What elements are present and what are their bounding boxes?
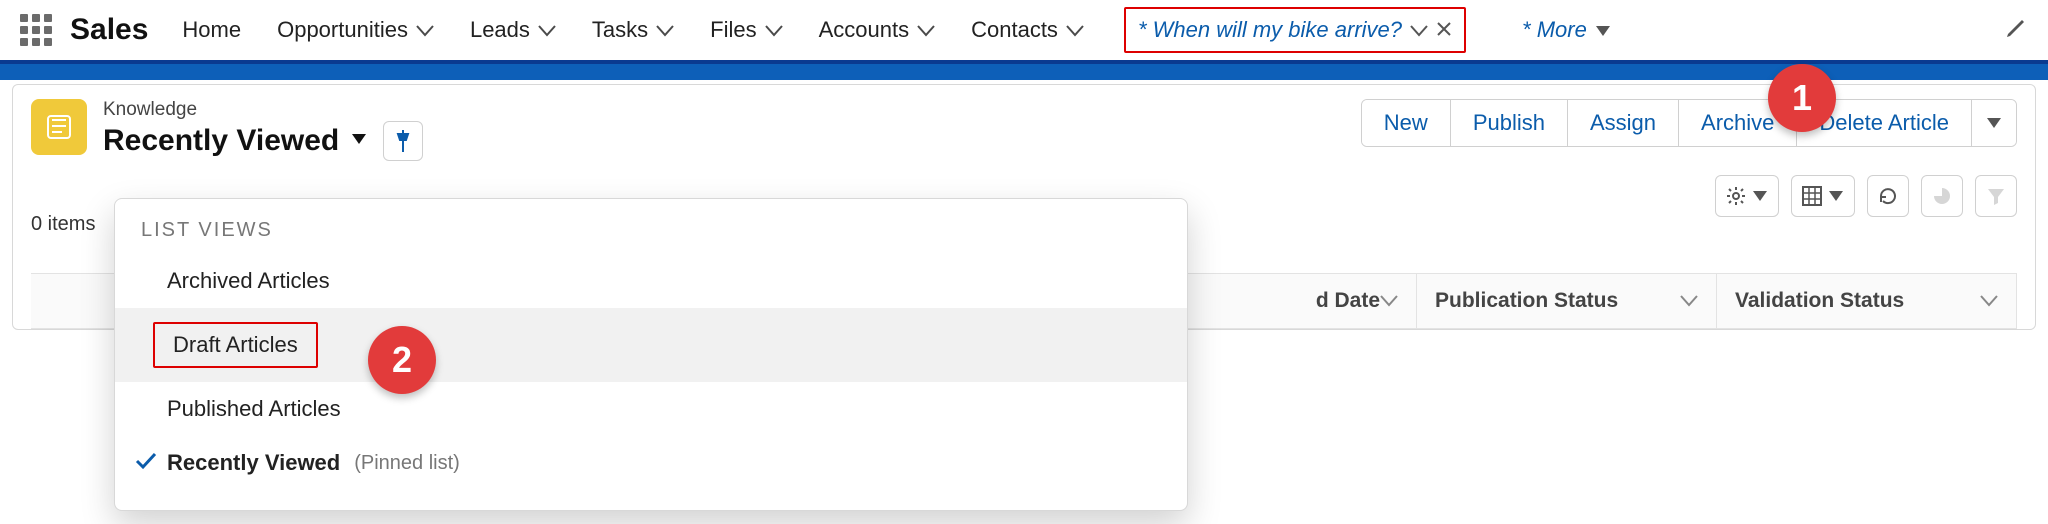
edit-nav-pencil-icon[interactable] bbox=[2004, 16, 2028, 45]
triangle-down-icon bbox=[1595, 17, 1611, 43]
chevron-down-icon[interactable] bbox=[1410, 17, 1428, 43]
filter-button-disabled bbox=[1975, 175, 2017, 217]
object-heading: Knowledge Recently Viewed bbox=[103, 99, 423, 161]
knowledge-object-icon bbox=[31, 99, 87, 155]
global-nav: Sales Home Opportunities Leads Tasks Fil… bbox=[0, 0, 2048, 64]
app-launcher-icon[interactable] bbox=[20, 14, 52, 46]
refresh-button[interactable] bbox=[1867, 175, 1909, 217]
button-label: Delete Article bbox=[1819, 110, 1949, 135]
chevron-down-icon[interactable] bbox=[1380, 289, 1398, 313]
list-view-option-published[interactable]: Published Articles bbox=[115, 382, 1187, 436]
callout-badge-1: 1 bbox=[1768, 64, 1836, 132]
list-view-title: Recently Viewed bbox=[103, 124, 339, 158]
nav-tab-active-article[interactable]: * When will my bike arrive? bbox=[1124, 7, 1466, 53]
chevron-down-icon[interactable] bbox=[765, 17, 783, 43]
items-count-label: 0 items bbox=[31, 213, 95, 236]
new-button[interactable]: New bbox=[1362, 100, 1451, 146]
chevron-down-icon[interactable] bbox=[1980, 289, 1998, 313]
button-label: Archive bbox=[1701, 110, 1774, 135]
list-view-settings-gear[interactable] bbox=[1715, 175, 1779, 217]
chart-button-disabled bbox=[1921, 175, 1963, 217]
chevron-down-icon[interactable] bbox=[917, 17, 935, 43]
app-name-label: Sales bbox=[70, 13, 148, 47]
button-label: Assign bbox=[1590, 110, 1656, 135]
chevron-down-icon[interactable] bbox=[416, 17, 434, 43]
nav-files[interactable]: Files bbox=[710, 17, 782, 43]
list-view-option-label: Published Articles bbox=[167, 396, 341, 422]
nav-tasks[interactable]: Tasks bbox=[592, 17, 674, 43]
list-view-option-recently-viewed[interactable]: Recently Viewed (Pinned list) bbox=[115, 436, 1187, 490]
table-header-publication-status[interactable]: Publication Status bbox=[1417, 274, 1717, 328]
callout-highlight-box: Draft Articles bbox=[153, 322, 318, 368]
list-view-option-suffix: (Pinned list) bbox=[354, 452, 460, 475]
publish-button[interactable]: Publish bbox=[1451, 100, 1568, 146]
chevron-down-icon[interactable] bbox=[1066, 17, 1084, 43]
pin-list-view-button[interactable] bbox=[383, 121, 423, 161]
nav-contacts[interactable]: Contacts bbox=[971, 17, 1084, 43]
list-view-switcher-caret-icon[interactable] bbox=[351, 132, 367, 150]
column-label: d Date bbox=[1316, 289, 1380, 313]
card-header: Knowledge Recently Viewed New Publish As… bbox=[31, 99, 2017, 161]
button-label: Publish bbox=[1473, 110, 1545, 135]
nav-leads[interactable]: Leads bbox=[470, 17, 556, 43]
nav-home[interactable]: Home bbox=[182, 17, 241, 43]
display-as-table-button[interactable] bbox=[1791, 175, 1855, 217]
object-label: Knowledge bbox=[103, 99, 423, 121]
nav-accounts[interactable]: Accounts bbox=[819, 17, 936, 43]
table-header-validation-status[interactable]: Validation Status bbox=[1717, 274, 2017, 328]
list-view-option-label: Archived Articles bbox=[167, 268, 330, 294]
list-view-dropdown: LIST VIEWS Archived Articles Draft Artic… bbox=[114, 198, 1188, 511]
nav-items: Home Opportunities Leads Tasks Files Acc… bbox=[182, 7, 2004, 53]
nav-item-label: Accounts bbox=[819, 17, 910, 43]
decorative-band bbox=[0, 64, 2048, 80]
list-view-dropdown-heading: LIST VIEWS bbox=[115, 213, 1187, 254]
nav-item-label: Files bbox=[710, 17, 756, 43]
nav-item-label: Leads bbox=[470, 17, 530, 43]
button-label: New bbox=[1384, 110, 1428, 135]
chevron-down-icon[interactable] bbox=[538, 17, 556, 43]
nav-more-label: * More bbox=[1522, 17, 1587, 43]
nav-opportunities[interactable]: Opportunities bbox=[277, 17, 434, 43]
list-view-option-label: Draft Articles bbox=[173, 332, 298, 357]
nav-item-label: Tasks bbox=[592, 17, 648, 43]
more-actions-caret[interactable] bbox=[1972, 100, 2016, 146]
list-view-option-archived[interactable]: Archived Articles bbox=[115, 254, 1187, 308]
list-view-title-row: Recently Viewed bbox=[103, 121, 423, 161]
check-icon bbox=[135, 450, 157, 476]
chevron-down-icon[interactable] bbox=[656, 17, 674, 43]
assign-button[interactable]: Assign bbox=[1568, 100, 1679, 146]
callout-badge-2: 2 bbox=[368, 326, 436, 394]
nav-item-label: Home bbox=[182, 17, 241, 43]
callout-number: 1 bbox=[1792, 77, 1812, 119]
page-action-buttons: New Publish Assign Archive Delete Articl… bbox=[1361, 99, 2017, 147]
close-icon[interactable] bbox=[1436, 17, 1452, 43]
column-label: Validation Status bbox=[1735, 289, 1904, 313]
list-view-option-draft[interactable]: Draft Articles bbox=[115, 308, 1187, 382]
nav-item-label: Opportunities bbox=[277, 17, 408, 43]
nav-more-overflow[interactable]: * More bbox=[1502, 17, 1631, 43]
nav-tab-label: * When will my bike arrive? bbox=[1138, 17, 1402, 43]
chevron-down-icon[interactable] bbox=[1680, 289, 1698, 313]
list-view-option-label: Recently Viewed bbox=[167, 450, 340, 476]
callout-number: 2 bbox=[392, 339, 412, 381]
column-label: Publication Status bbox=[1435, 289, 1618, 313]
nav-item-label: Contacts bbox=[971, 17, 1058, 43]
